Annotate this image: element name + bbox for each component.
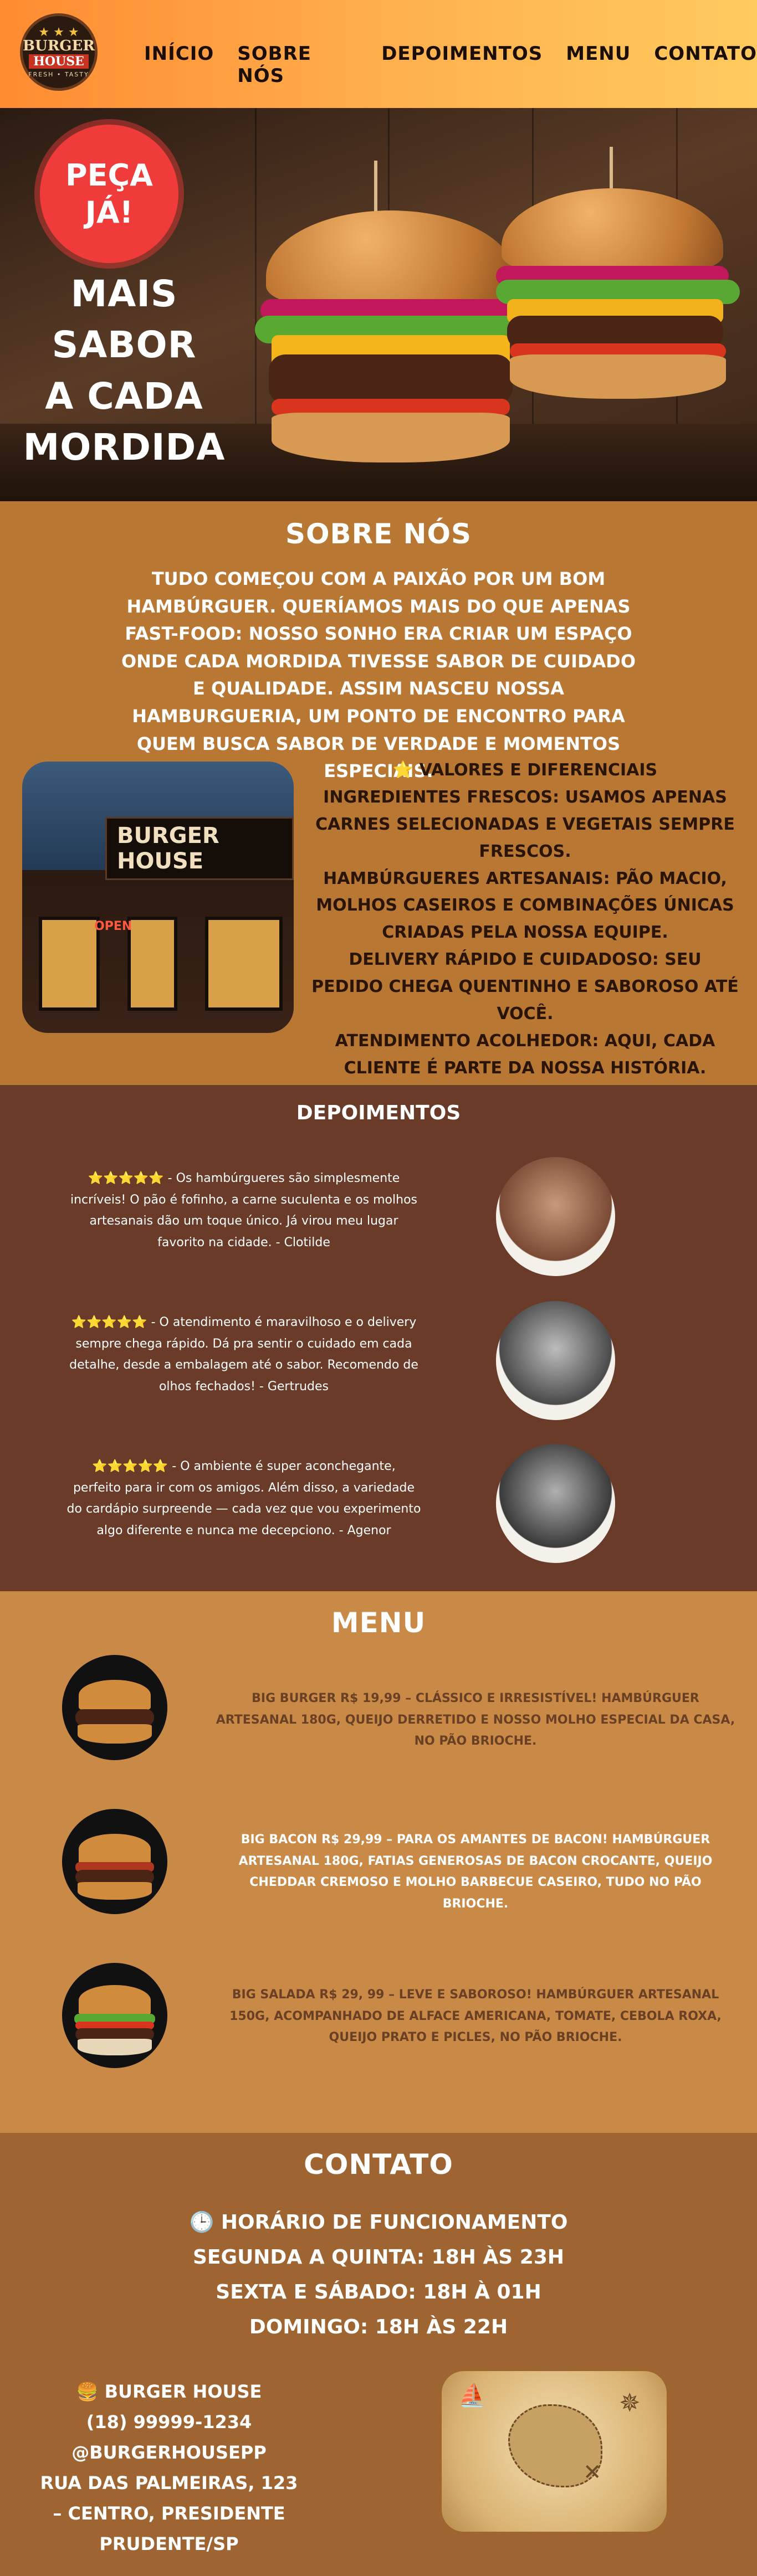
address: RUA DAS PALMEIRAS, 123 – CENTRO, PRESIDE… bbox=[40, 2472, 298, 2555]
logo-text-bottom: HOUSE bbox=[29, 54, 89, 69]
avatar-gertrudes bbox=[496, 1301, 615, 1420]
rating-stars: ⭐⭐⭐⭐⭐ bbox=[92, 1459, 168, 1473]
menu-item-big-burger: BIG BURGER R$ 19,99 – CLÁSSICO E IRRESIS… bbox=[216, 1691, 735, 1748]
hours-sunday: DOMINGO: 18H ÀS 22H bbox=[249, 2316, 508, 2338]
hero-burger-image-2 bbox=[496, 141, 740, 451]
about-text: TUDO COMEÇOU COM A PAIXÃO POR UM BOM HAM… bbox=[121, 568, 636, 782]
nav-contato[interactable]: CONTATO bbox=[654, 43, 757, 87]
menu-item-big-bacon: BIG BACON R$ 29,99 – PARA OS AMANTES DE … bbox=[238, 1833, 713, 1911]
avatar-agenor bbox=[496, 1444, 615, 1563]
value-item: DELIVERY RÁPIDO E CUIDADOSO: SEU PEDIDO … bbox=[311, 950, 739, 1024]
badge-line-1: PEÇA bbox=[65, 157, 153, 193]
hours-weekdays: SEGUNDA A QUINTA: 18H ÀS 23H bbox=[193, 2246, 564, 2269]
testimonial-3: ⭐⭐⭐⭐⭐ - O ambiente é super aconchegante,… bbox=[67, 1456, 421, 1541]
testimonials-section: DEPOIMENTOS ⭐⭐⭐⭐⭐ - Os hambúrgueres são … bbox=[0, 1085, 757, 1591]
slogan-line-3: MORDIDA bbox=[23, 426, 226, 469]
nav-depoimentos[interactable]: DEPOIMENTOS bbox=[381, 43, 543, 87]
compass-icon: ✵ bbox=[619, 2388, 641, 2418]
store-sign: BURGER HOUSE bbox=[105, 817, 294, 880]
slogan-line-1: MAIS SABOR bbox=[52, 272, 197, 367]
contact-section: CONTATO 🕒 HORÁRIO DE FUNCIONAMENTO SEGUN… bbox=[0, 2133, 757, 2576]
value-item: ATENDIMENTO ACOLHEDOR: AQUI, CADA CLIENT… bbox=[335, 1031, 715, 1078]
values-title: ⭐ VALORES E DIFERENCIAIS bbox=[392, 760, 658, 780]
menu-title: MENU bbox=[331, 1607, 426, 1639]
logo-tagline: FRESH • TASTY bbox=[28, 70, 89, 78]
value-item: HAMBÚRGUERES ARTESANAIS: PÃO MACIO, MOLH… bbox=[316, 868, 734, 943]
slogan-line-2: A CADA bbox=[45, 374, 203, 418]
about-section: SOBRE NÓS TUDO COMEÇOU COM A PAIXÃO POR … bbox=[0, 501, 757, 1085]
x-mark-icon: ✕ bbox=[583, 2460, 602, 2485]
hero-burger-image bbox=[255, 161, 526, 471]
hours-friday-saturday: SEXTA E SÁBADO: 18H À 01H bbox=[216, 2281, 541, 2304]
contact-info: 🍔 BURGER HOUSE (18) 99999-1234 @BURGERHO… bbox=[33, 2377, 305, 2559]
big-burger-image bbox=[62, 1655, 167, 1760]
big-salada-image bbox=[62, 1963, 167, 2068]
crown-icon: ★ ★ ★ bbox=[38, 25, 79, 39]
big-bacon-image bbox=[62, 1809, 167, 1914]
nav-menu[interactable]: MENU bbox=[566, 43, 631, 87]
site-header: ★ ★ ★ BURGER HOUSE FRESH • TASTY INÍCIO … bbox=[0, 0, 757, 108]
about-title: SOBRE NÓS bbox=[285, 518, 472, 550]
hero-banner: PEÇA JÁ! MAIS SABOR A CADA MORDIDA bbox=[0, 108, 757, 501]
phone-number[interactable]: (18) 99999-1234 bbox=[33, 2407, 305, 2438]
store-door bbox=[127, 917, 177, 1011]
logo-text-top: BURGER bbox=[23, 37, 95, 54]
testimonial-2: ⭐⭐⭐⭐⭐ - O atendimento é maravilhoso e o … bbox=[67, 1312, 421, 1397]
nav-inicio[interactable]: INÍCIO bbox=[144, 43, 214, 87]
rating-stars: ⭐⭐⭐⭐⭐ bbox=[88, 1171, 164, 1185]
store-window bbox=[39, 917, 100, 1011]
ship-icon: ⛵ bbox=[458, 2383, 486, 2408]
avatar-clotilde bbox=[496, 1157, 615, 1276]
testimonial-1: ⭐⭐⭐⭐⭐ - Os hambúrgueres são simplesmente… bbox=[67, 1168, 421, 1253]
hours-title: 🕒 HORÁRIO DE FUNCIONAMENTO bbox=[189, 2211, 568, 2234]
hero-slogan: MAIS SABOR A CADA MORDIDA bbox=[8, 269, 241, 474]
badge-line-2: JÁ! bbox=[85, 195, 134, 230]
contact-title: CONTATO bbox=[304, 2148, 453, 2181]
store-front-image: BURGER HOUSE OPEN bbox=[22, 762, 294, 1033]
opening-hours: 🕒 HORÁRIO DE FUNCIONAMENTO SEGUNDA A QUI… bbox=[0, 2205, 757, 2344]
menu-section: MENU BIG BURGER R$ 19,99 – CLÁSSICO E IR… bbox=[0, 1591, 757, 2133]
burger-house-logo[interactable]: ★ ★ ★ BURGER HOUSE FRESH • TASTY bbox=[20, 13, 98, 91]
social-handle[interactable]: @BURGERHOUSEPP bbox=[33, 2438, 305, 2468]
treasure-map-image[interactable]: ✕ ✵ ⛵ bbox=[442, 2371, 667, 2532]
testimonials-title: DEPOIMENTOS bbox=[296, 1102, 461, 1124]
value-item: INGREDIENTES FRESCOS: USAMOS APENAS CARN… bbox=[315, 787, 735, 861]
nav-sobre-nos[interactable]: SOBRE NÓS bbox=[237, 43, 358, 87]
order-now-badge[interactable]: PEÇA JÁ! bbox=[40, 125, 178, 263]
rating-stars: ⭐⭐⭐⭐⭐ bbox=[71, 1315, 147, 1329]
open-sign: OPEN bbox=[94, 919, 132, 933]
menu-item-big-salada: BIG SALADA R$ 29, 99 – LEVE E SABOROSO! … bbox=[229, 1988, 722, 2044]
business-name: 🍔 BURGER HOUSE bbox=[76, 2381, 262, 2402]
main-nav: INÍCIO SOBRE NÓS DEPOIMENTOS MENU CONTAT… bbox=[144, 43, 757, 87]
values-list: ⭐ VALORES E DIFERENCIAIS INGREDIENTES FR… bbox=[310, 757, 740, 1082]
store-window bbox=[205, 917, 283, 1011]
